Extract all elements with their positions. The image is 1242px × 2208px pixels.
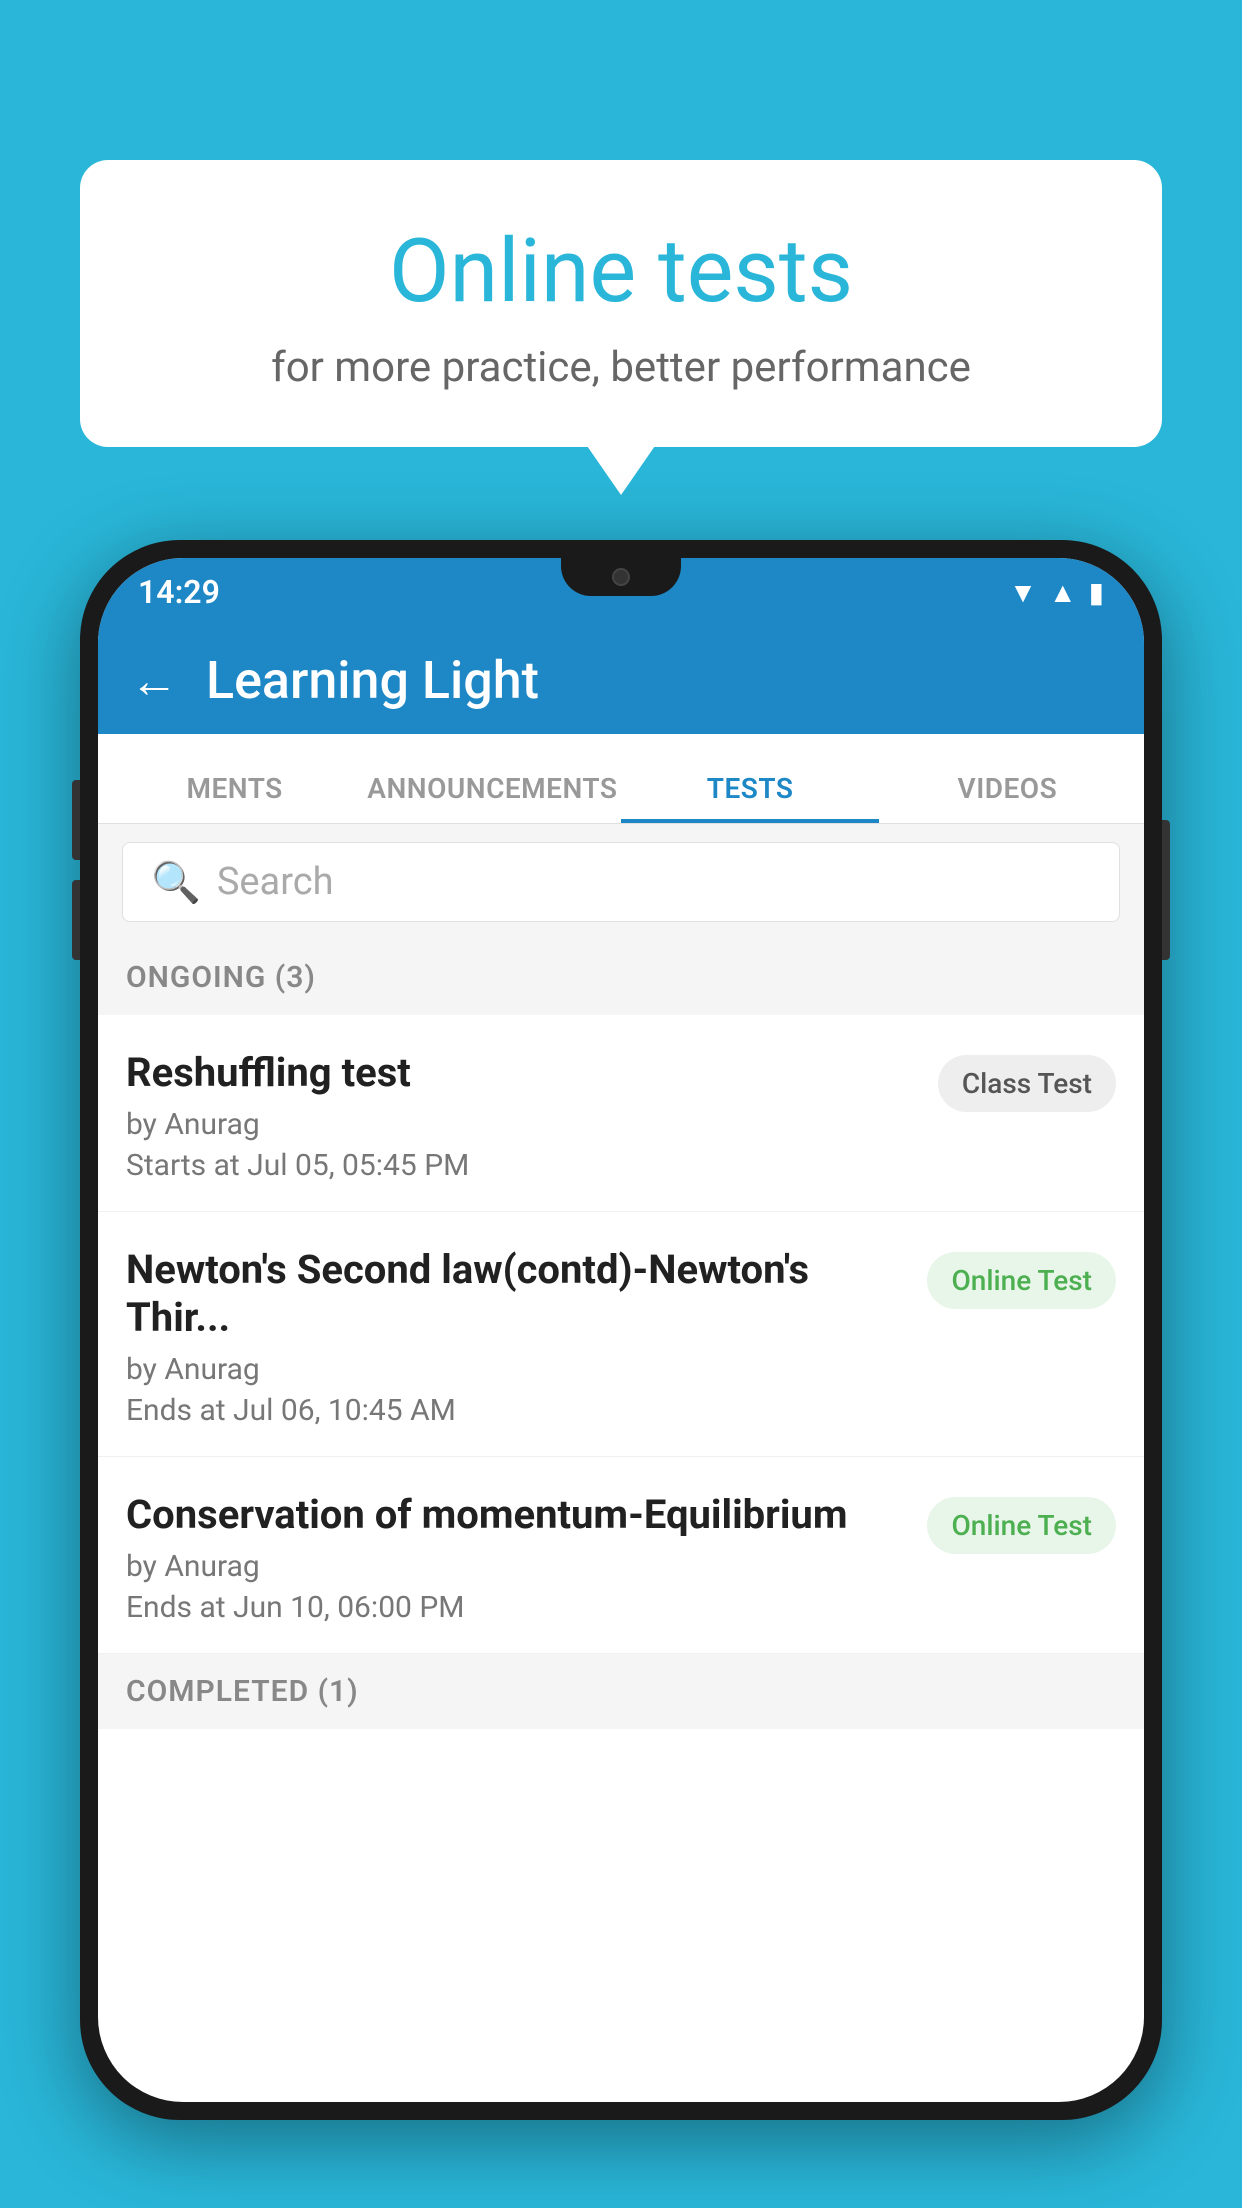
search-container: 🔍 Search — [98, 824, 1144, 940]
search-input[interactable]: Search — [217, 860, 334, 904]
search-icon: 🔍 — [151, 859, 201, 906]
tab-assignments[interactable]: MENTS — [106, 754, 363, 823]
volume-down-button[interactable] — [72, 880, 80, 960]
speech-bubble: Online tests for more practice, better p… — [80, 160, 1162, 447]
tabs-container: MENTS ANNOUNCEMENTS TESTS VIDEOS — [98, 734, 1144, 824]
test-item-reshuffling[interactable]: Reshuffling test by Anurag Starts at Jul… — [98, 1015, 1144, 1212]
tab-announcements[interactable]: ANNOUNCEMENTS — [363, 754, 621, 823]
test-badge-online-newtons: Online Test — [927, 1252, 1116, 1309]
test-badge-class-reshuffling: Class Test — [938, 1055, 1116, 1112]
test-name-conservation: Conservation of momentum-Equilibrium — [126, 1491, 911, 1539]
completed-section-title: COMPLETED (1) — [126, 1674, 359, 1709]
ongoing-section-header: ONGOING (3) — [98, 940, 1144, 1015]
test-name-reshuffling: Reshuffling test — [126, 1049, 922, 1097]
test-date-newtons: Ends at Jul 06, 10:45 AM — [126, 1393, 911, 1428]
test-date-conservation: Ends at Jun 10, 06:00 PM — [126, 1590, 911, 1625]
app-bar-title: Learning Light — [206, 650, 539, 711]
power-button[interactable] — [1162, 820, 1170, 960]
status-icons: ▼ ▲ ▮ — [1009, 576, 1104, 609]
tab-videos[interactable]: VIDEOS — [879, 754, 1136, 823]
status-time: 14:29 — [138, 573, 220, 611]
completed-section-header: COMPLETED (1) — [98, 1654, 1144, 1729]
ongoing-section-title: ONGOING (3) — [126, 960, 316, 995]
test-item-conservation[interactable]: Conservation of momentum-Equilibrium by … — [98, 1457, 1144, 1654]
test-info-conservation: Conservation of momentum-Equilibrium by … — [126, 1491, 911, 1625]
test-badge-online-conservation: Online Test — [927, 1497, 1116, 1554]
test-info-newtons: Newton's Second law(contd)-Newton's Thir… — [126, 1246, 911, 1428]
tab-tests[interactable]: TESTS — [621, 754, 878, 823]
test-author-newtons: by Anurag — [126, 1352, 911, 1387]
test-name-newtons: Newton's Second law(contd)-Newton's Thir… — [126, 1246, 911, 1342]
phone-screen: 14:29 ▼ ▲ ▮ ← Learning Light MENTS ANNOU… — [98, 558, 1144, 2102]
test-author-conservation: by Anurag — [126, 1549, 911, 1584]
bubble-title: Online tests — [130, 220, 1112, 323]
wifi-icon: ▼ — [1009, 576, 1037, 609]
test-info-reshuffling: Reshuffling test by Anurag Starts at Jul… — [126, 1049, 922, 1183]
signal-icon: ▲ — [1049, 576, 1077, 609]
battery-icon: ▮ — [1089, 576, 1104, 609]
test-list: Reshuffling test by Anurag Starts at Jul… — [98, 1015, 1144, 1654]
camera-icon — [612, 568, 630, 586]
test-item-newtons[interactable]: Newton's Second law(contd)-Newton's Thir… — [98, 1212, 1144, 1457]
search-bar[interactable]: 🔍 Search — [122, 842, 1120, 922]
phone-container: 14:29 ▼ ▲ ▮ ← Learning Light MENTS ANNOU… — [80, 540, 1162, 2208]
bubble-subtitle: for more practice, better performance — [130, 343, 1112, 392]
app-bar: ← Learning Light — [98, 626, 1144, 734]
back-button[interactable]: ← — [130, 652, 178, 709]
phone-outer: 14:29 ▼ ▲ ▮ ← Learning Light MENTS ANNOU… — [80, 540, 1162, 2120]
status-bar: 14:29 ▼ ▲ ▮ — [98, 558, 1144, 626]
volume-up-button[interactable] — [72, 780, 80, 860]
test-date-reshuffling: Starts at Jul 05, 05:45 PM — [126, 1148, 922, 1183]
notch — [561, 558, 681, 596]
test-author-reshuffling: by Anurag — [126, 1107, 922, 1142]
